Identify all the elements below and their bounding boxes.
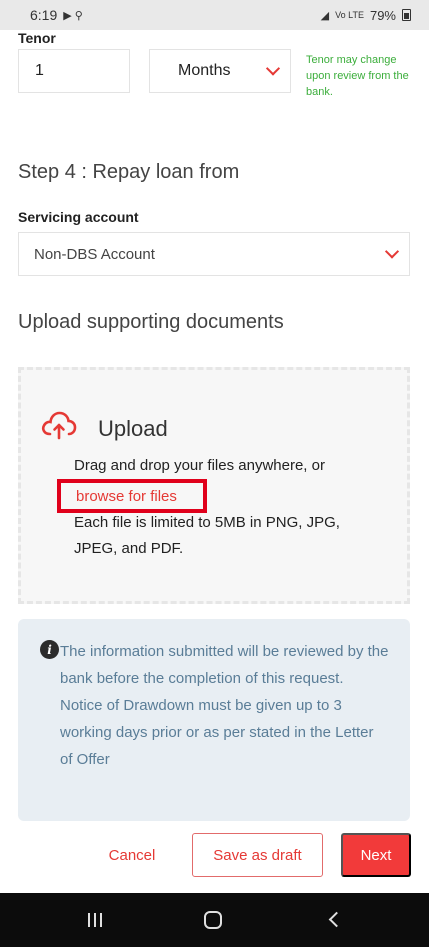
tenor-unit: Months <box>178 62 231 79</box>
info-icon: i <box>40 640 59 659</box>
servicing-account-select[interactable]: Non-DBS Account <box>18 232 410 276</box>
upload-dropzone[interactable]: Upload Drag and drop your files anywhere… <box>18 367 410 604</box>
system-nav-bar <box>0 893 429 947</box>
status-left: 6:19 ▶ ⚲ <box>30 7 83 23</box>
tenor-label: Tenor <box>18 30 56 46</box>
drag-drop-text: Drag and drop your files anywhere, or <box>74 457 325 474</box>
tenor-value-input[interactable]: 1 <box>18 49 130 93</box>
file-limit-text-1: Each file is limited to 5MB in PNG, JPG, <box>74 514 340 531</box>
status-time: 6:19 <box>30 7 58 23</box>
chevron-down-icon <box>384 244 400 259</box>
save-draft-button[interactable]: Save as draft <box>192 833 323 877</box>
info-panel: i The information submitted will be revi… <box>18 619 410 821</box>
status-right: ◢ Vo LTE 79% <box>321 8 411 23</box>
status-bar: 6:19 ▶ ⚲ ◢ Vo LTE 79% <box>0 0 429 30</box>
servicing-account-label: Servicing account <box>18 209 139 225</box>
recents-icon[interactable] <box>88 913 102 927</box>
upload-title: Upload <box>98 416 168 441</box>
cancel-button[interactable]: Cancel <box>88 833 176 877</box>
info-text: The information submitted will be review… <box>60 643 389 768</box>
upload-section-title: Upload supporting documents <box>18 311 284 333</box>
signal-text: Vo LTE <box>335 10 364 20</box>
notification-icons: ▶ ⚲ <box>63 9 83 22</box>
home-icon[interactable] <box>204 911 222 929</box>
back-icon[interactable] <box>328 911 345 928</box>
tenor-value: 1 <box>35 62 44 79</box>
servicing-account-value: Non-DBS Account <box>34 245 155 263</box>
next-button[interactable]: Next <box>341 833 411 877</box>
battery-percent: 79% <box>369 7 396 23</box>
signal-icon: ◢ <box>320 9 330 22</box>
tenor-hint: Tenor may change upon review from the ba… <box>306 54 409 98</box>
cloud-upload-icon <box>41 411 77 440</box>
tenor-unit-select[interactable]: Months <box>149 49 291 93</box>
chevron-down-icon <box>265 61 281 76</box>
browse-files-label: browse for files <box>76 487 177 505</box>
battery-icon <box>402 9 411 21</box>
file-limit-text-2: JPEG, and PDF. <box>74 540 184 557</box>
browse-files-link[interactable]: browse for files <box>57 479 207 513</box>
step4-title: Step 4 : Repay loan from <box>18 161 240 183</box>
